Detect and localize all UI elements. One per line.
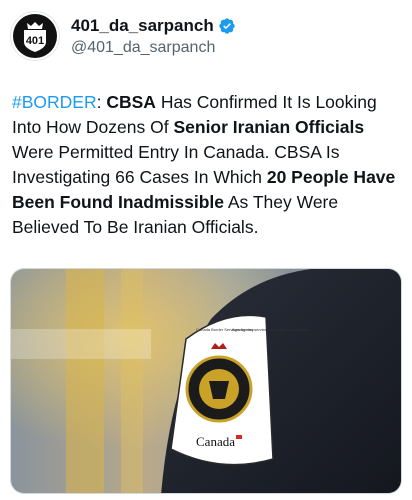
tweet-media-image[interactable]: Canada Border Services Agency Agence des…	[10, 268, 402, 494]
avatar-text: 401	[26, 35, 44, 47]
verified-badge-icon	[218, 17, 236, 35]
patch-text-fr: Agence des services frontaliers du Canad…	[232, 327, 309, 332]
author-handle[interactable]: @401_da_sarpanch	[71, 39, 236, 57]
hashtag-link[interactable]: #BORDER	[12, 92, 97, 112]
cbsa-uniform-photo: Canada Border Services Agency Agence des…	[11, 269, 401, 493]
name-row: 401_da_sarpanch	[71, 16, 236, 36]
tweet-text-bold-2: Senior Iranian Officials	[173, 117, 365, 137]
author-display-name[interactable]: 401_da_sarpanch	[71, 16, 214, 36]
tweet-text-colon: :	[96, 92, 102, 112]
tweet-text: #BORDER: CBSA Has Confirmed It Is Lookin…	[12, 90, 404, 240]
tweet-text-bold-1: CBSA	[106, 92, 156, 112]
canada-wordmark: Canada	[196, 434, 235, 449]
tweet-header: 401 401_da_sarpanch @401_da_sarpanch	[10, 8, 402, 64]
avatar-badge-icon: 401	[13, 14, 57, 58]
author-info: 401_da_sarpanch @401_da_sarpanch	[71, 16, 236, 57]
author-avatar[interactable]: 401	[10, 11, 60, 61]
